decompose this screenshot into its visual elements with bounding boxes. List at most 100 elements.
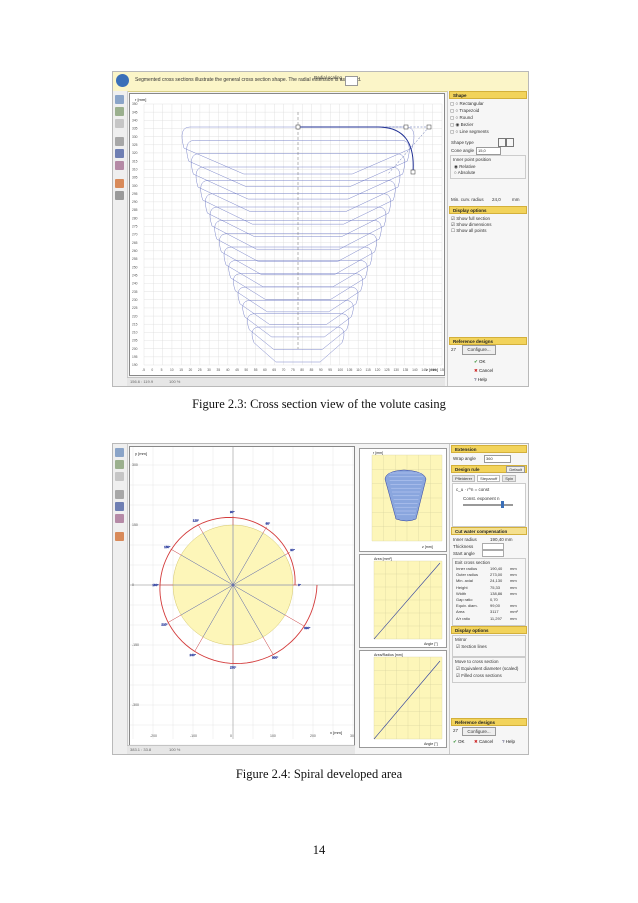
help-button[interactable]: ? Help xyxy=(502,738,515,746)
radial-scaling-label: Radial scaling xyxy=(313,75,342,80)
min-curv-value[interactable]: 24,0 xyxy=(492,197,501,202)
exit-section-label: Exit cross section xyxy=(455,560,491,565)
zoom-icon[interactable] xyxy=(115,95,124,104)
shape-type-toggle-alt[interactable] xyxy=(506,138,514,147)
y-tick-label: 345 xyxy=(132,110,138,114)
shape-option-trapezoid[interactable]: ▢ ○ Trapezoid xyxy=(450,108,479,114)
exit-value: 0,70 xyxy=(490,597,498,602)
x-axis-label: x [mm] xyxy=(330,730,342,735)
filled-sections-checkbox[interactable]: ☑ Filled cross sections xyxy=(456,673,502,679)
exit-value: 11,297 xyxy=(490,615,502,621)
spiral-svg: 4503001500-150-300-450-300-200-100010020… xyxy=(113,444,356,746)
start-angle-input[interactable] xyxy=(482,550,504,557)
ok-button[interactable]: ✔ OK xyxy=(453,738,465,746)
export-icon[interactable] xyxy=(115,161,124,170)
pan-icon[interactable] xyxy=(115,460,124,469)
x-tick-label: 20 xyxy=(189,368,193,372)
mini-cross-section-svg: r [mm] z [mm] xyxy=(371,451,443,549)
grid-icon[interactable] xyxy=(115,119,124,128)
exit-section-group: Exit cross section Inner radius 190,40 mm O… xyxy=(452,558,526,626)
mini-cross-section-plot: r [mm] z [mm] xyxy=(359,448,447,552)
configure-button[interactable]: Configure... xyxy=(462,345,496,355)
status-coords: 383.1 : 33.8 xyxy=(130,747,152,752)
y-tick-label: 315 xyxy=(132,159,138,163)
design-rule-body: c_u · r^n = const Const. exponent n xyxy=(452,483,526,527)
shape-option-round[interactable]: ▢ ○ Round xyxy=(450,115,473,121)
inner-point-group: Inner point position ◉ Relative ○ Absolu… xyxy=(450,155,526,179)
exponent-slider[interactable] xyxy=(463,504,513,506)
exit-unit: mm xyxy=(510,590,517,596)
y-tick-label: 270 xyxy=(132,233,138,237)
draw-icon[interactable] xyxy=(115,179,124,188)
y-tick-label: 300 xyxy=(132,184,138,188)
mini-area-svg: Area [mm²] Angle [°] xyxy=(373,557,443,646)
angle-label: 30° xyxy=(290,548,295,552)
x-tick-label: 90 xyxy=(319,368,323,372)
exit-unit: mm xyxy=(510,615,517,621)
mini-area-radius-svg: Area/Radius [mm] Angle [°] xyxy=(373,653,443,746)
y-tick-label: 305 xyxy=(132,176,138,180)
grid-icon[interactable] xyxy=(115,472,124,481)
control-point[interactable] xyxy=(295,124,301,130)
check-icon: ✔ xyxy=(474,359,478,364)
tab-pfleiderer[interactable]: Pfleiderer xyxy=(452,475,476,482)
save-icon[interactable] xyxy=(115,149,124,158)
inner-point-absolute[interactable]: ○ Absolute xyxy=(454,170,475,175)
angle-label: 210° xyxy=(161,623,168,627)
configure-label: Configure... xyxy=(467,729,491,734)
spiral-properties-panel: Extension Wrap angle 360 Design rule Def… xyxy=(449,444,528,754)
control-point[interactable] xyxy=(426,124,432,130)
exit-unit: mm² xyxy=(510,609,518,615)
y-tick-label: 260 xyxy=(132,249,138,253)
exit-value: 99,00 xyxy=(490,603,501,609)
shape-option-rectangular[interactable]: ▢ ○ Rectangular xyxy=(450,101,484,107)
shape-type-label: Shape type xyxy=(451,140,474,145)
extension-header: Extension xyxy=(451,445,527,453)
tab-spin[interactable]: Spin xyxy=(502,475,517,482)
slider-thumb[interactable] xyxy=(501,501,504,508)
exit-label: Outer radius xyxy=(456,572,479,578)
section-lines-checkbox[interactable]: ☑ Section lines xyxy=(456,644,487,650)
ok-button[interactable]: ✔ OK xyxy=(474,358,486,366)
control-point[interactable] xyxy=(410,169,416,175)
shape-option-bezier[interactable]: ▢ ◉ Bezier xyxy=(450,122,473,128)
radial-scaling-spinner[interactable] xyxy=(345,76,358,86)
cone-angle-label: Cone angle xyxy=(451,148,475,153)
print-icon[interactable] xyxy=(115,137,124,146)
thickness-input[interactable] xyxy=(482,543,504,550)
y-tick-label: 240 xyxy=(132,282,138,286)
y-tick-label: 295 xyxy=(132,192,138,196)
cut-water-header: Cut water compensation xyxy=(451,527,527,535)
y-tick-label: 290 xyxy=(132,200,138,204)
y-axis-label: y [mm] xyxy=(135,451,147,456)
export-icon[interactable] xyxy=(115,514,124,523)
cancel-button[interactable]: ✖ Cancel xyxy=(474,738,493,746)
shape-type-toggle[interactable] xyxy=(498,138,506,147)
move-label: Move to cross section xyxy=(455,659,499,664)
default-button[interactable]: Default xyxy=(506,466,525,473)
help-button[interactable]: ? Help xyxy=(474,376,487,384)
x-tick-label: 115 xyxy=(366,368,371,372)
exit-label: Gap ratio xyxy=(456,597,473,602)
cancel-label: Cancel xyxy=(479,739,494,744)
display-option-checkbox[interactable]: ☐ Show all points xyxy=(451,228,487,234)
mini-area-plot: Area [mm²] Angle [°] xyxy=(359,554,447,648)
save-icon[interactable] xyxy=(115,502,124,511)
print-icon[interactable] xyxy=(115,490,124,499)
x-tick-label: 25 xyxy=(198,368,202,372)
zoom-icon[interactable] xyxy=(115,448,124,457)
draw-icon[interactable] xyxy=(115,532,124,541)
configure-button[interactable]: Configure... xyxy=(462,727,496,736)
y-tick-label: 330 xyxy=(132,135,138,139)
shape-option-line-segments[interactable]: ▢ ○ Line segments xyxy=(450,129,489,135)
measure-icon[interactable] xyxy=(115,191,124,200)
equivalent-diameter-label: Equivalent diameter (scaled) xyxy=(461,666,519,671)
tab-stepanoff[interactable]: Stepanoff xyxy=(477,475,501,482)
pan-icon[interactable] xyxy=(115,107,124,116)
cancel-button[interactable]: ✖ Cancel xyxy=(474,367,493,375)
section-lines-label: Section lines xyxy=(461,644,487,649)
wrap-angle-input[interactable]: 360 xyxy=(484,455,511,463)
equivalent-diameter-checkbox[interactable]: ☑ Equivalent diameter (scaled) xyxy=(456,666,518,672)
control-point[interactable] xyxy=(403,124,409,130)
cone-angle-input[interactable]: 15,0 xyxy=(476,147,501,155)
